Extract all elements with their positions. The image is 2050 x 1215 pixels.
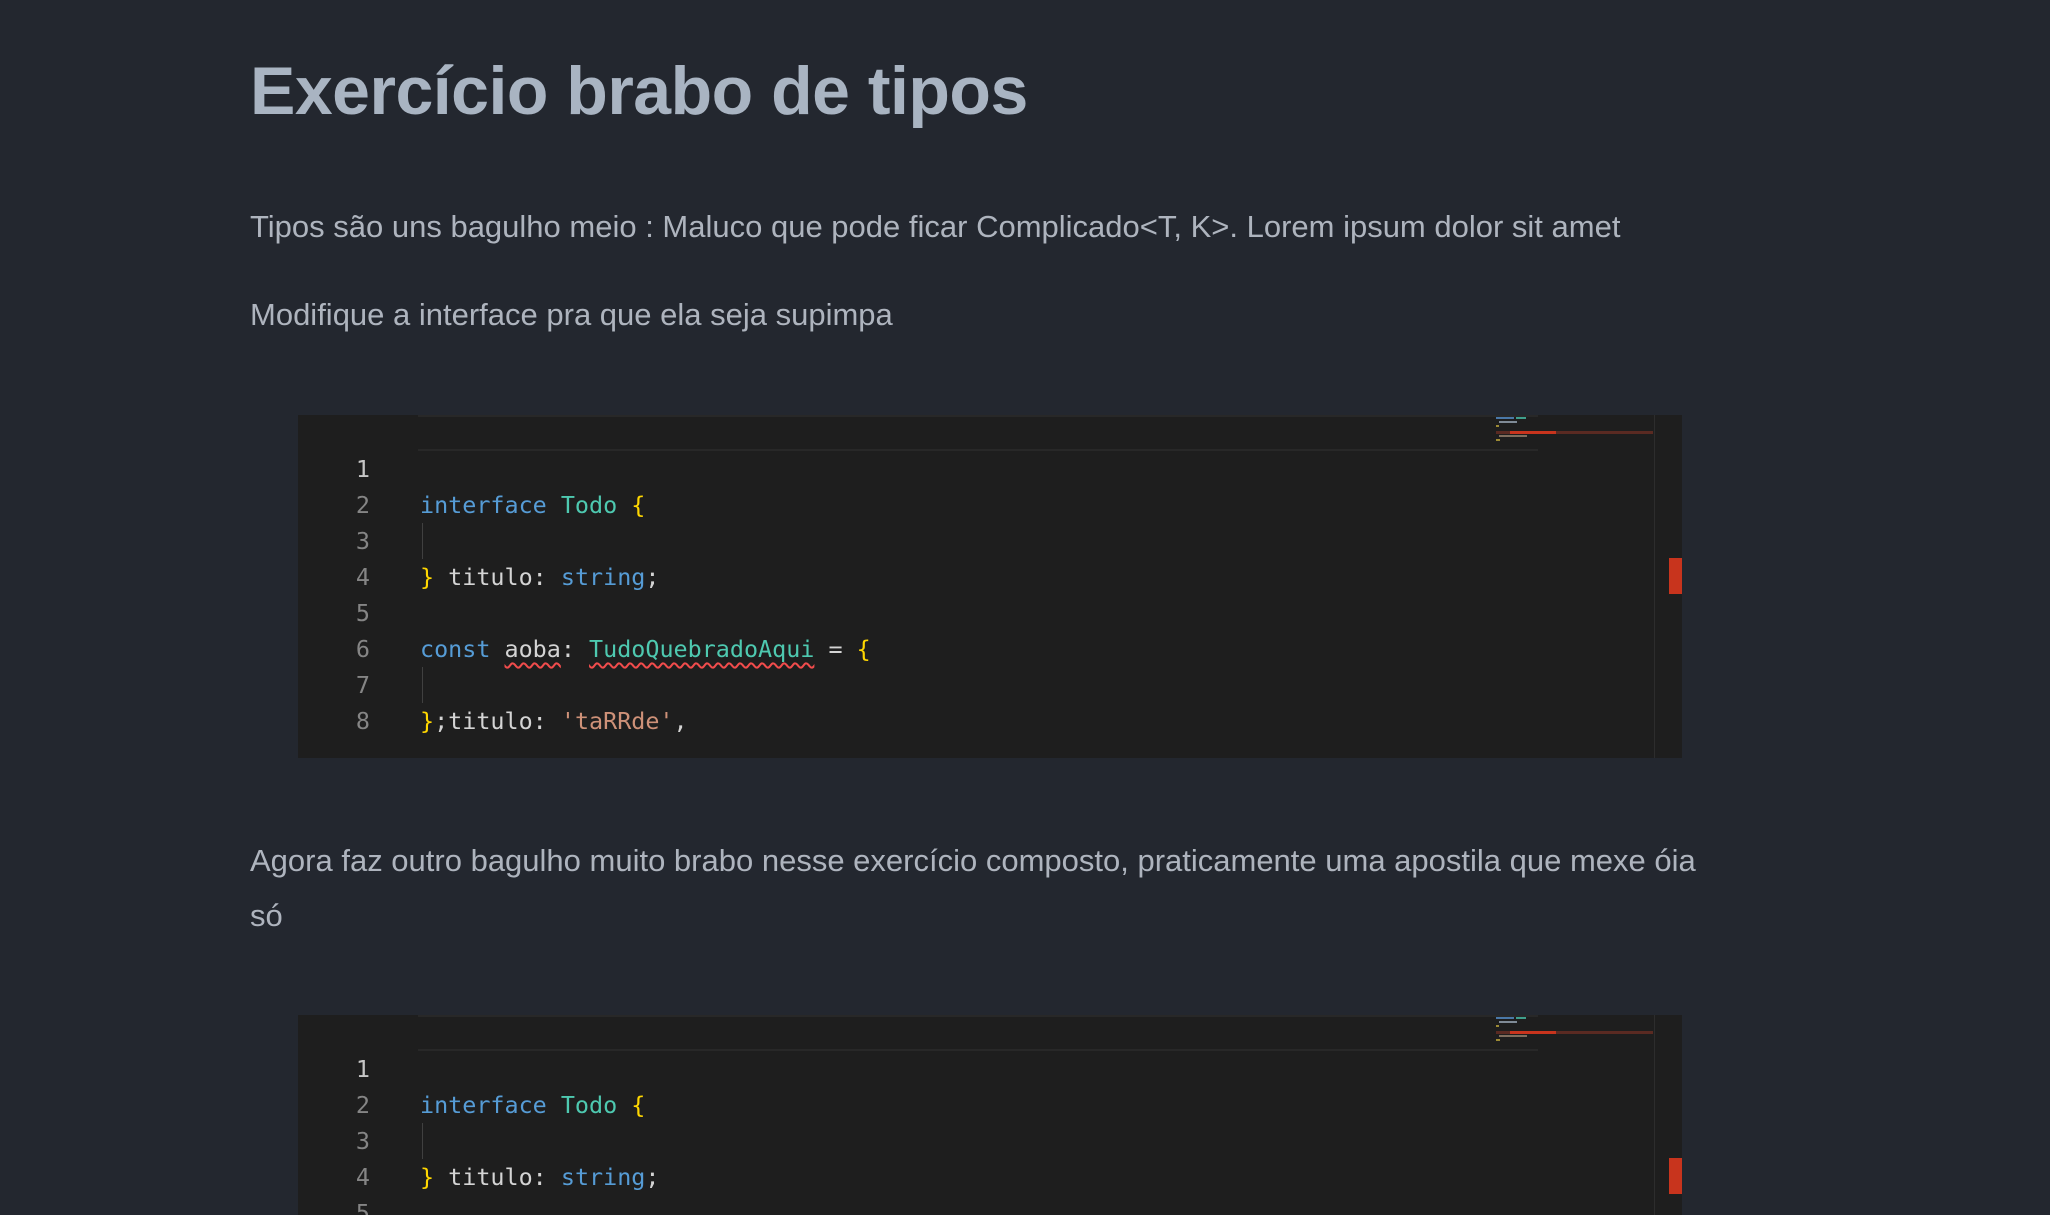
code-line[interactable]: 1 interface Todo {	[298, 1015, 1538, 1119]
colon-token: :	[532, 707, 547, 735]
code-line[interactable]: 2 titulo: string;	[298, 1051, 1538, 1191]
code-line[interactable]: 8	[298, 667, 1538, 735]
error-marker[interactable]	[1669, 558, 1682, 594]
code-line[interactable]: 5 const aoba: TudoQuebradoAqui = {	[298, 1159, 1538, 1215]
bracket-token: }	[420, 707, 435, 735]
code-editor-2[interactable]: 1 interface Todo { 2 titulo: string; 3 }…	[298, 1015, 1682, 1215]
code-line[interactable]: 6 titulo: 'taRRde',	[298, 595, 1538, 735]
minimap[interactable]	[1496, 415, 1653, 455]
property-token: titulo	[448, 707, 533, 735]
comma-token: ,	[673, 707, 688, 735]
line-number: 8	[355, 707, 370, 735]
error-marker[interactable]	[1669, 1158, 1682, 1194]
code-line[interactable]: 4	[298, 1123, 1538, 1191]
string-token: 'taRRde'	[560, 707, 674, 735]
minimap[interactable]	[1496, 1015, 1653, 1055]
vertical-scrollbar[interactable]	[1654, 415, 1682, 758]
exercise-paragraph: Agora faz outro bagulho muito brabo ness…	[250, 843, 1696, 933]
vertical-scrollbar[interactable]	[1654, 1015, 1682, 1215]
code-line[interactable]: 3 }	[298, 1087, 1538, 1191]
line-number: 5	[355, 1199, 370, 1215]
instruction-paragraph: Modifique a interface pra que ela seja s…	[250, 297, 893, 332]
intro-paragraph: Tipos são uns bagulho meio : Maluco que …	[250, 209, 1621, 244]
code-editor-1[interactable]: 1 interface Todo { 2 titulo: string; 3 }…	[298, 415, 1682, 758]
page-title: Exercício brabo de tipos	[250, 53, 1028, 129]
code-line[interactable]: 7 };	[298, 631, 1538, 735]
code-line[interactable]: 1 interface Todo {	[298, 415, 1538, 519]
code-line[interactable]: 5 const aoba: TudoQuebradoAqui = {	[298, 559, 1538, 663]
code-line[interactable]: 3 }	[298, 487, 1538, 591]
code-line[interactable]: 4	[298, 523, 1538, 591]
code-line[interactable]: 2 titulo: string;	[298, 451, 1538, 591]
semicolon-token: ;	[434, 707, 449, 735]
